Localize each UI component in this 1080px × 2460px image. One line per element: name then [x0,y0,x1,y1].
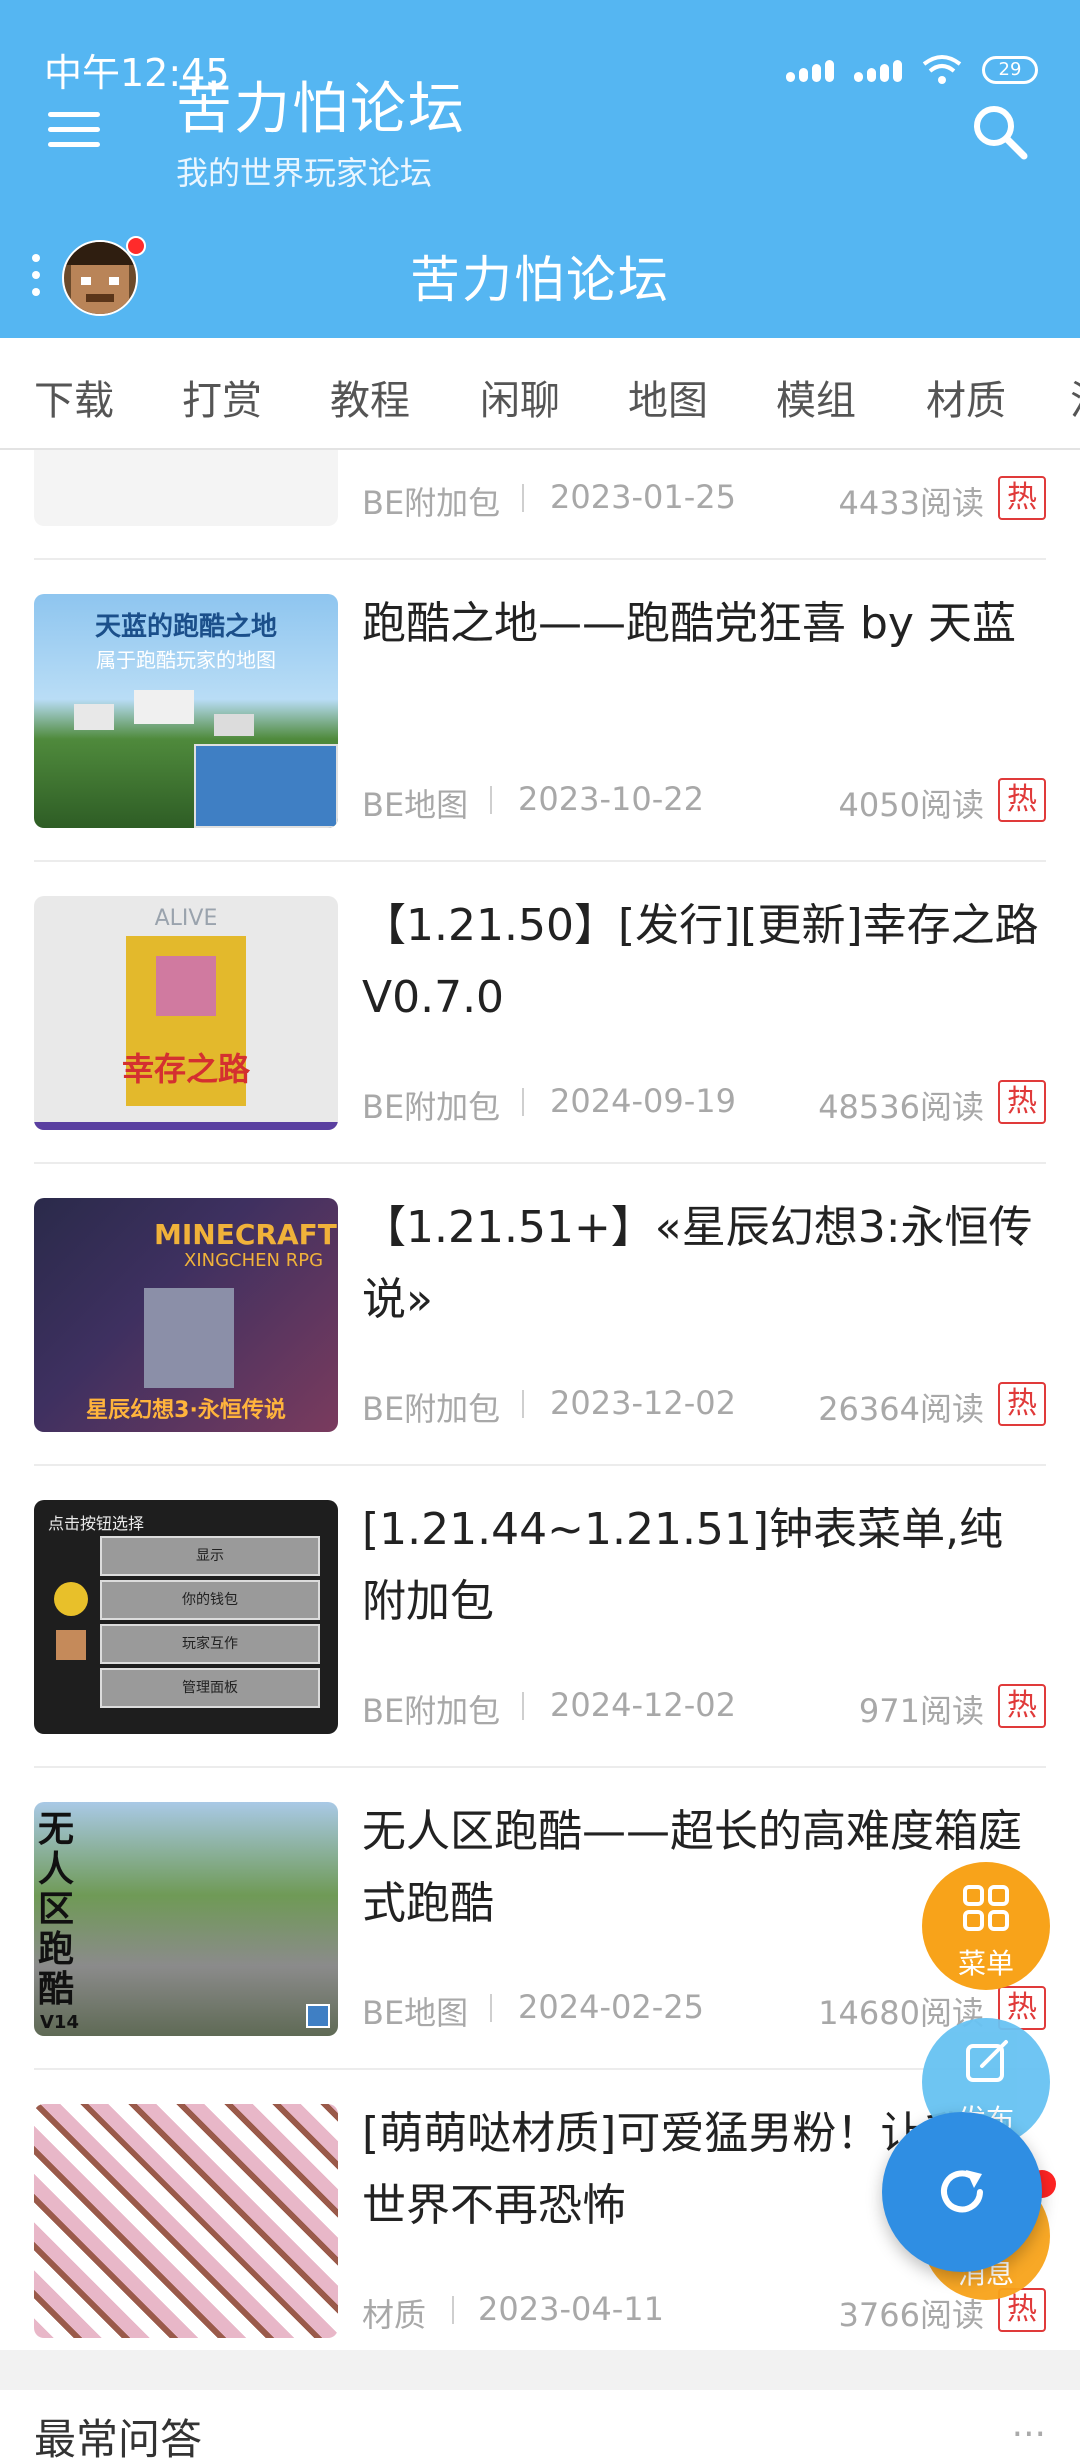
post-date: 2023-10-22 [518,780,704,818]
edit-icon [966,2040,1008,2082]
post-category: BE附加包 [362,1390,501,1428]
post-title: 【1.21.51+】«星辰幻想3:永恒传说» [362,1202,1033,1325]
refresh-icon [941,2170,983,2213]
post-category: 材质 [362,2296,427,2334]
tab-tutorial[interactable]: 教程 [330,368,410,426]
tab-mod[interactable]: 模组 [776,368,856,426]
post-title: 【1.21.50】[发行][更新]幸存之路 V0.7.0 [362,900,1039,1023]
post-list: BE附加包 2023-01-25 4433阅读 热 天蓝的跑酷之地 属于跑酷玩家… [0,450,1080,2350]
post-title: [1.21.44~1.21.51]钟表菜单,纯附加包 [362,1504,1004,1627]
list-item[interactable]: 天蓝的跑酷之地 属于跑酷玩家的地图 跑酷之地——跑酷党狂喜 by 天蓝 BE地图… [0,560,1080,862]
post-category: BE附加包 [362,1088,501,1126]
hot-badge: 热 [998,778,1046,822]
app-bar: 中午12:45 29 苦力怕论坛 我的世界玩家论坛 [0,0,1080,206]
list-item[interactable]: MINECRAFT XINGCHEN RPG 星辰幻想3·永恒传说 【1.21.… [0,1164,1080,1466]
post-date: 2024-02-25 [518,1988,704,2026]
post-category: BE地图 [362,786,469,824]
post-thumbnail: MINECRAFT XINGCHEN RPG 星辰幻想3·永恒传说 [34,1198,338,1432]
tab-chat[interactable]: 闲聊 [480,368,560,426]
post-thumbnail [34,450,338,526]
signal-icon [786,58,834,82]
hot-badge: 热 [998,1684,1046,1728]
post-reads: 4050阅读 [838,786,984,824]
search-icon[interactable] [968,100,1032,164]
post-reads: 971阅读 [858,1692,984,1730]
section-title: 最常问答 [34,2415,203,2460]
post-thumbnail: 天蓝的跑酷之地 属于跑酷玩家的地图 [34,594,338,828]
section-more-icon[interactable]: ··· [1012,2414,1046,2455]
post-date: 2024-12-02 [550,1686,736,1724]
forum-title: 苦力怕论坛 [410,251,670,309]
section-divider [0,2350,1080,2390]
wifi-icon [922,55,962,84]
list-item[interactable]: BE附加包 2023-01-25 4433阅读 热 [0,450,1080,560]
post-category: BE附加包 [362,484,501,522]
post-reads: 48536阅读 [818,1088,984,1126]
post-thumbnail [34,2104,338,2338]
hot-badge: 热 [998,1382,1046,1426]
list-item[interactable]: 点击按钮选择 显示 你的钱包 玩家互作 管理面板 [1.21.44~1.21.5… [0,1466,1080,1768]
signal-2-icon [854,58,902,82]
hot-badge: 热 [998,1080,1046,1124]
hamburger-menu-icon[interactable] [48,108,106,152]
post-meta: BE附加包 2023-01-25 4433阅读 热 [362,476,1046,522]
post-meta: BE附加包 2024-09-19 48536阅读 热 [362,1080,1046,1126]
post-date: 2024-09-19 [550,1082,736,1120]
post-date: 2023-01-25 [550,478,736,516]
post-meta: BE地图 2023-10-22 4050阅读 热 [362,778,1046,824]
post-meta: BE附加包 2024-12-02 971阅读 热 [362,1684,1046,1730]
refresh-fab[interactable] [882,2112,1042,2272]
post-date: 2023-12-02 [550,1384,736,1422]
post-date: 2023-04-11 [478,2290,664,2328]
post-reads: 4433阅读 [838,484,984,522]
menu-fab-label: 菜单 [957,1947,1014,1980]
list-item[interactable]: 无人区跑酷 V14 无人区跑酷——超长的高难度箱庭式跑酷 BE地图 2024-0… [0,1768,1080,2070]
tab-more[interactable]: 活 [1070,368,1080,426]
post-category: BE附加包 [362,1692,501,1730]
post-thumbnail: ALIVE 幸存之路 [34,896,338,1130]
hot-badge: 热 [998,476,1046,520]
post-meta: BE附加包 2023-12-02 26364阅读 热 [362,1382,1046,1428]
list-item[interactable]: ALIVE 幸存之路 【1.21.50】[发行][更新]幸存之路 V0.7.0 … [0,862,1080,1164]
tab-download[interactable]: 下载 [34,368,114,426]
post-reads: 26364阅读 [818,1390,984,1428]
forum-header: 苦力怕论坛 [0,206,1080,338]
tab-texture[interactable]: 材质 [926,368,1006,426]
status-icons: 29 [786,50,1038,90]
post-category: BE地图 [362,1994,469,2032]
post-thumbnail: 无人区跑酷 V14 [34,1802,338,2036]
battery-icon: 29 [982,56,1038,84]
post-reads: 3766阅读 [838,2296,984,2334]
app-screen: 中午12:45 29 苦力怕论坛 我的世界玩家论坛 苦力怕论坛 下载 打赏 教程… [0,0,1080,2460]
status-bar: 中午12:45 29 [0,0,1080,110]
post-meta: 材质 2023-04-11 3766阅读 热 [362,2288,1046,2334]
app-subtitle: 我的世界玩家论坛 [176,154,433,192]
category-tabs: 下载 打赏 教程 闲聊 地图 模组 材质 活 [0,338,1080,450]
grid-icon [963,1885,1009,1931]
post-title: 跑酷之地——跑酷党狂喜 by 天蓝 [362,598,1016,649]
menu-fab[interactable]: 菜单 [922,1862,1050,1990]
post-meta: BE地图 2024-02-25 14680阅读 热 [362,1986,1046,2032]
tab-map[interactable]: 地图 [628,368,708,426]
tab-reward[interactable]: 打赏 [182,368,262,426]
app-title: 苦力怕论坛 [176,77,466,142]
post-thumbnail: 点击按钮选择 显示 你的钱包 玩家互作 管理面板 [34,1500,338,1734]
